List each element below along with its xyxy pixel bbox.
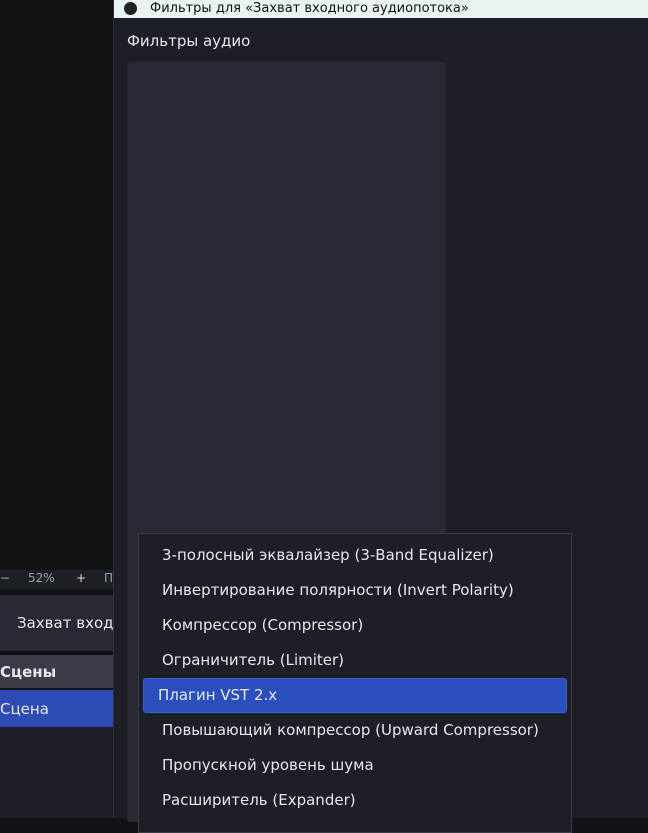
menu-item-vst-plugin[interactable]: Плагин VST 2.x xyxy=(143,678,567,713)
scenes-title: Сцены xyxy=(0,662,57,681)
app-icon xyxy=(124,2,137,15)
scenes-header: Сцены xyxy=(0,655,113,688)
scene-item[interactable]: Сцена xyxy=(0,690,113,727)
source-item[interactable]: Захват входного аудиопотока xyxy=(0,595,113,651)
zoom-bar: − 52% + П xyxy=(0,570,113,589)
toolbar-button[interactable]: П xyxy=(104,571,113,585)
zoom-out-button[interactable]: − xyxy=(0,571,10,585)
menu-item-expander[interactable]: Расширитель (Expander) xyxy=(143,783,567,818)
zoom-level: 52% xyxy=(28,571,55,585)
menu-item-upward-compressor[interactable]: Повышающий компрессор (Upward Compressor… xyxy=(143,713,567,748)
scene-label: Сцена xyxy=(0,699,49,718)
scene-list-empty xyxy=(0,727,113,818)
zoom-in-button[interactable]: + xyxy=(76,571,86,585)
menu-item-3band-eq[interactable]: 3-полосный эквалайзер (3-Band Equalizer) xyxy=(143,538,567,573)
audio-filters-label: Фильтры аудио xyxy=(127,32,251,50)
menu-item-invert-polarity[interactable]: Инвертирование полярности (Invert Polari… xyxy=(143,573,567,608)
menu-item-limiter[interactable]: Ограничитель (Limiter) xyxy=(143,643,567,678)
menu-item-noise-gate[interactable]: Пропускной уровень шума xyxy=(143,748,567,783)
title-bar: Фильтры для «Захват входного аудиопотока… xyxy=(114,0,648,18)
add-filter-menu: 3-полосный эквалайзер (3-Band Equalizer)… xyxy=(138,533,572,833)
menu-item-compressor[interactable]: Компрессор (Compressor) xyxy=(143,608,567,643)
window-title: Фильтры для «Захват входного аудиопотока… xyxy=(150,1,469,16)
source-label: Захват входного аудиопотока xyxy=(17,614,113,632)
